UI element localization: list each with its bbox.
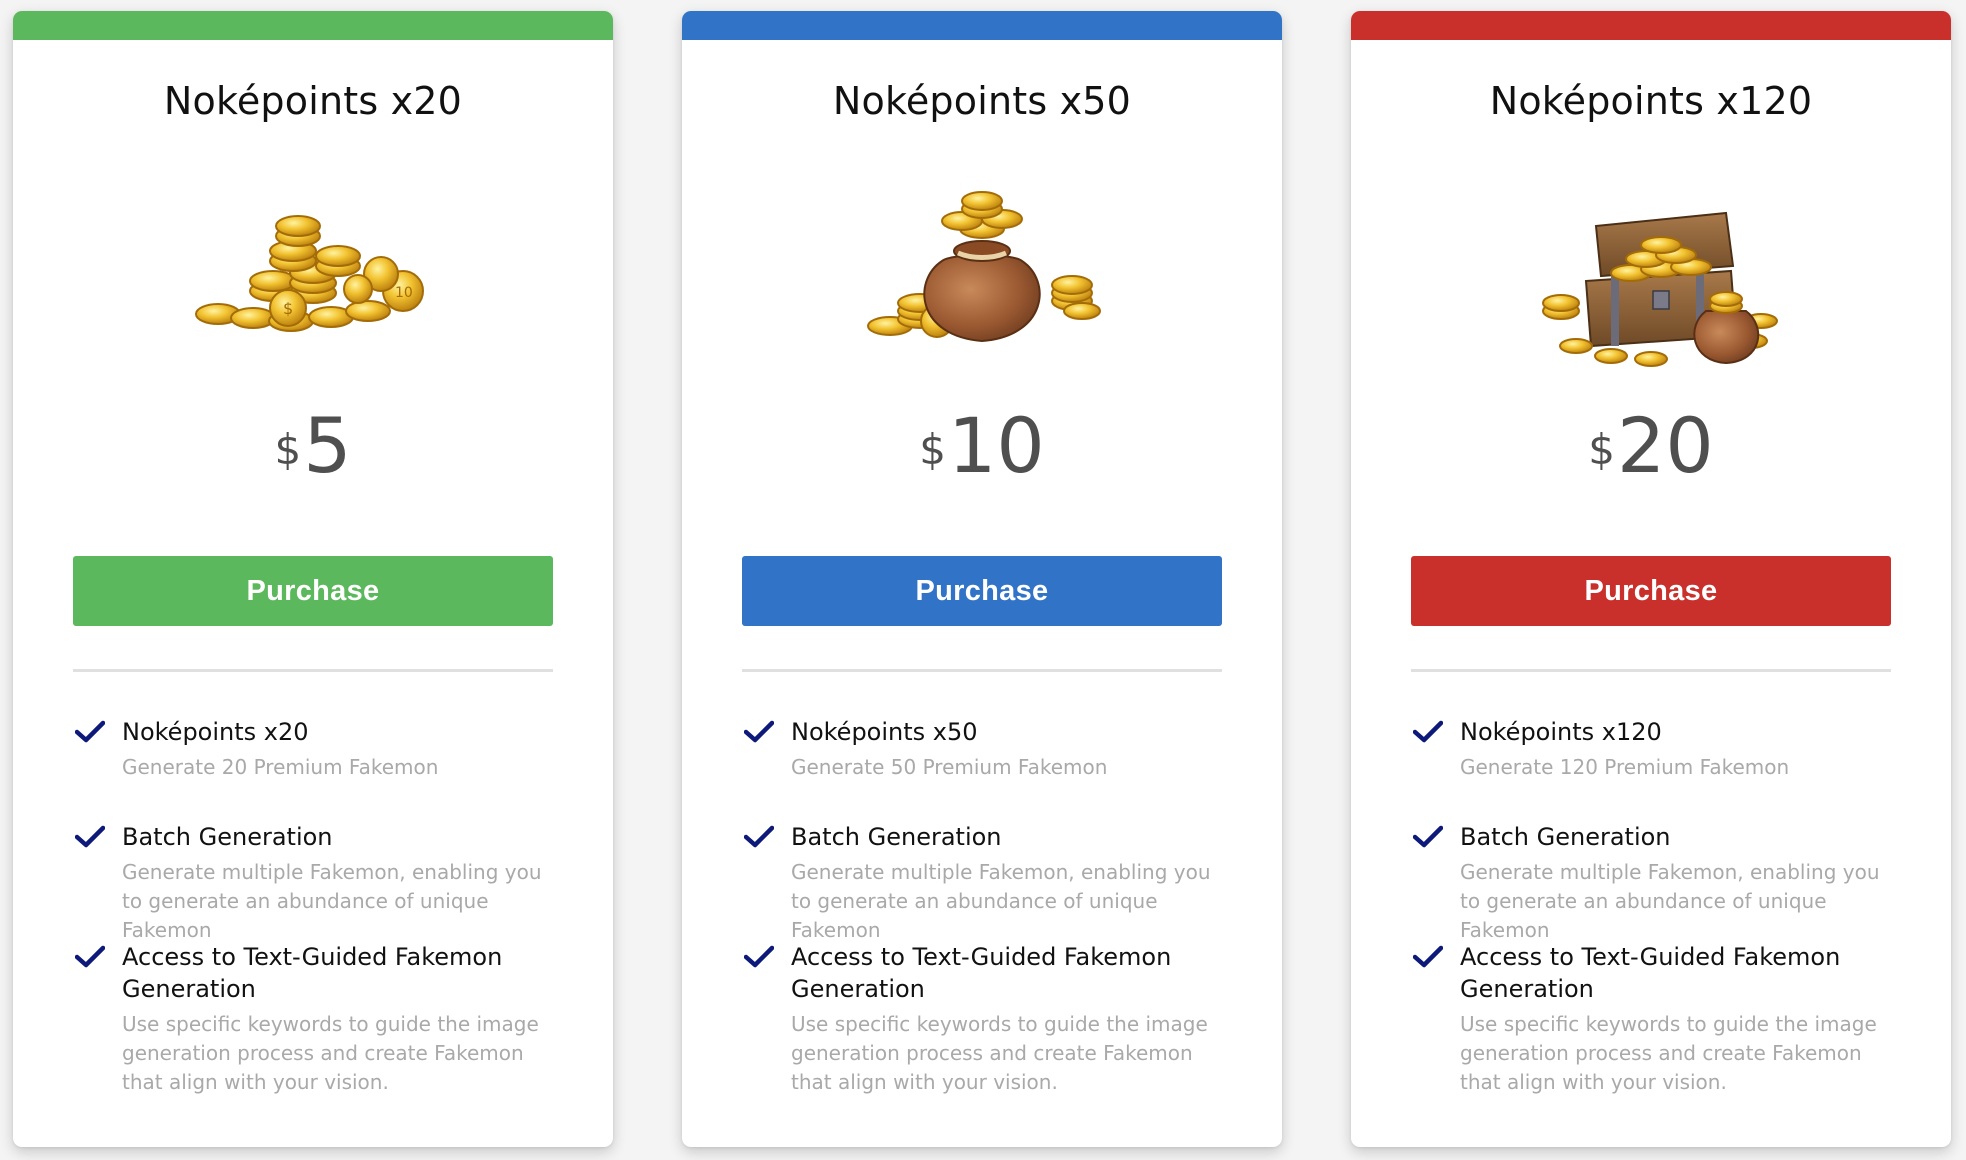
feature-title: Noképoints x50: [791, 718, 978, 746]
checkmark-icon: [75, 945, 105, 969]
feature-title: Access to Text-Guided Fakemon Generation: [1460, 943, 1841, 1003]
purchase-button[interactable]: Purchase: [1411, 556, 1891, 626]
feature-description: Generate multiple Fakemon, enabling you …: [122, 860, 542, 942]
coin-bag-icon: [832, 171, 1132, 371]
divider: [73, 669, 553, 672]
price-amount: 10: [948, 401, 1045, 490]
checkmark-icon: [75, 825, 105, 849]
plan-accent-bar: [682, 11, 1282, 40]
svg-text:$: $: [283, 299, 293, 318]
purchase-button[interactable]: Purchase: [73, 556, 553, 626]
plan-accent-bar: [13, 11, 613, 40]
feature-title: Noképoints x120: [1460, 718, 1662, 746]
currency-symbol: $: [919, 425, 946, 474]
checkmark-icon: [1413, 945, 1443, 969]
coin-pile-icon: $ 10: [163, 171, 463, 371]
feature-description: Use specific keywords to guide the image…: [122, 1012, 539, 1094]
svg-text:10: 10: [395, 285, 413, 301]
plan-price: $20: [1351, 401, 1951, 491]
divider: [1411, 669, 1891, 672]
treasure-chest-icon: [1501, 171, 1801, 371]
feature-description: Generate 120 Premium Fakemon: [1460, 755, 1790, 779]
divider: [742, 669, 1222, 672]
checkmark-icon: [75, 720, 105, 744]
plan-title: Noképoints x50: [832, 79, 1132, 123]
checkmark-icon: [744, 720, 774, 744]
plan-card-x50: Noképoints x50 $10 Purchase Noképoints x…: [682, 11, 1282, 1147]
plan-card-x120: Noképoints x120 $20 Purchase Noképoints …: [1351, 11, 1951, 1147]
feature-title: Access to Text-Guided Fakemon Generation: [791, 943, 1172, 1003]
plan-card-x20: Noképoints x20 $ 10 $5 Purchase Noképoin…: [13, 11, 613, 1147]
price-amount: 20: [1617, 401, 1714, 490]
feature-title: Access to Text-Guided Fakemon Generation: [122, 943, 503, 1003]
feature-title: Noképoints x20: [122, 718, 309, 746]
plan-price: $5: [13, 401, 613, 491]
currency-symbol: $: [1588, 425, 1615, 474]
plan-title: Noképoints x120: [1489, 79, 1813, 123]
plan-accent-bar: [1351, 11, 1951, 40]
feature-title: Batch Generation: [1460, 823, 1671, 851]
checkmark-icon: [744, 945, 774, 969]
pricing-cards: Noképoints x20 $ 10 $5 Purchase Noképoin…: [0, 0, 1966, 1160]
feature-description: Generate 50 Premium Fakemon: [791, 755, 1108, 779]
feature-description: Generate 20 Premium Fakemon: [122, 755, 439, 779]
feature-description: Generate multiple Fakemon, enabling you …: [791, 860, 1211, 942]
currency-symbol: $: [274, 425, 302, 474]
checkmark-icon: [744, 825, 774, 849]
feature-description: Use specific keywords to guide the image…: [791, 1012, 1208, 1094]
plan-title: Noképoints x20: [163, 79, 463, 123]
feature-description: Use specific keywords to guide the image…: [1460, 1012, 1877, 1094]
feature-description: Generate multiple Fakemon, enabling you …: [1460, 860, 1880, 942]
plan-price: $10: [682, 401, 1282, 491]
checkmark-icon: [1413, 825, 1443, 849]
price-amount: 5: [303, 401, 352, 490]
purchase-button[interactable]: Purchase: [742, 556, 1222, 626]
checkmark-icon: [1413, 720, 1443, 744]
feature-title: Batch Generation: [791, 823, 1002, 851]
feature-title: Batch Generation: [122, 823, 333, 851]
